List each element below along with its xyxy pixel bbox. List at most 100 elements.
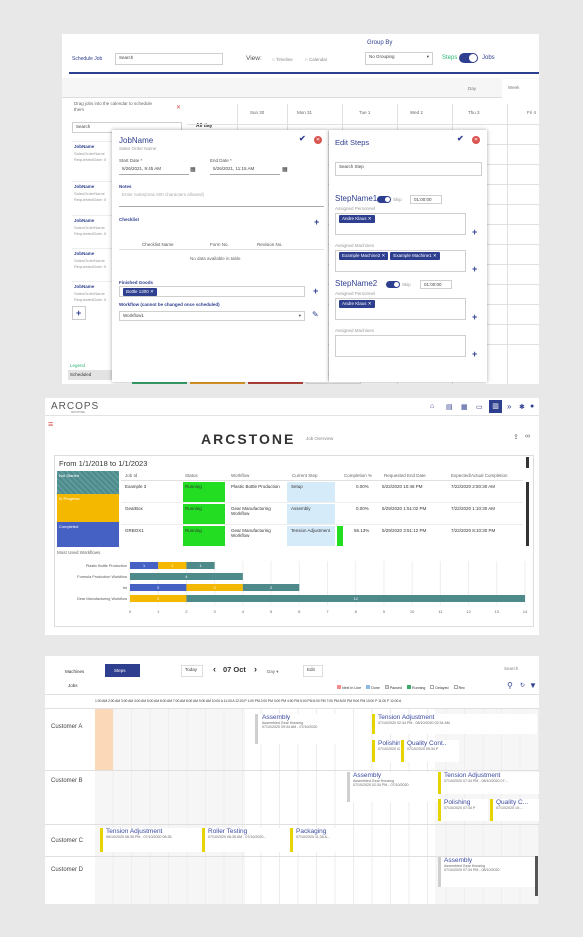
scroll-handle[interactable] <box>526 457 529 468</box>
status-in-progress: In Progress <box>57 494 119 522</box>
category-label: Plastic Bottle Production <box>86 564 127 568</box>
timeline-event[interactable]: Assembly Assembled Gear Housing 07/10/2020… <box>255 714 347 744</box>
add-personnel-button[interactable]: + <box>472 313 477 322</box>
view-timeline-radio[interactable]: ○ Timeline <box>272 57 293 62</box>
checklist-label: Checklist <box>119 217 140 222</box>
bar-value-label: 2 <box>157 597 159 601</box>
next-arrow-icon[interactable]: › <box>254 664 257 674</box>
timeline-event[interactable]: Tension Adjustment 07/10/2020 02:34 PM - … <box>372 714 537 734</box>
timeline-event[interactable]: Assembly Assembled Gear Housing 07/10/2020… <box>438 857 537 887</box>
step-duration-input[interactable]: 01:00:00 <box>410 195 442 204</box>
finished-goods-input[interactable]: Bottle 1300 ✕ <box>119 286 305 297</box>
machine-tag[interactable]: Example Machine1 ✕ <box>390 252 440 260</box>
share-icon[interactable]: ⇪ <box>513 433 519 441</box>
prev-arrow-icon[interactable]: ‹ <box>213 664 216 674</box>
timeline-event[interactable]: Polishing 07/10/2020 07:34 P <box>438 799 488 821</box>
home-icon[interactable]: ⌂ <box>430 403 434 410</box>
add-machine-button[interactable]: + <box>472 265 477 274</box>
timeline-event[interactable]: Quality Cont.. 07/10/2020 05:34 P <box>401 740 459 762</box>
table-header[interactable]: Status <box>185 473 198 478</box>
filter-icon[interactable]: ▼ <box>529 681 537 690</box>
x-tick-label: 1 <box>157 609 160 614</box>
menu-icon[interactable]: ≡ <box>48 419 53 429</box>
vertical-scrollbar[interactable] <box>535 856 538 896</box>
completion-pct: 0.00% <box>356 506 369 511</box>
table-header[interactable]: Job Id <box>125 473 137 478</box>
timeline-event[interactable]: Assembly Assembled Gear Housing 07/10/2020… <box>347 772 439 802</box>
personnel-input[interactable]: Andre Klaus ✕ <box>335 298 466 320</box>
step-duration-input[interactable]: 01:00:00 <box>420 280 452 289</box>
chart-nav-icon[interactable]: ▥ <box>489 400 502 413</box>
search-icon[interactable]: ⚲ <box>507 681 513 690</box>
notes-textarea[interactable]: Enter notes(max 500 characters allowed) <box>119 191 324 207</box>
binoculars-icon[interactable]: ∞ <box>525 433 530 440</box>
check-icon[interactable]: ✔ <box>457 134 464 143</box>
timeline-event[interactable]: Quality C... 07/10/2020 10:... <box>490 799 539 821</box>
day-tab[interactable]: Day <box>468 86 476 91</box>
table-header[interactable]: Workflow <box>231 473 249 478</box>
checklist-col[interactable]: Revision No. <box>257 242 283 247</box>
table-header[interactable]: Current Step <box>292 473 318 478</box>
tab-steps[interactable]: Steps <box>105 664 140 677</box>
calendar-icon[interactable]: ▦ <box>461 403 468 411</box>
timeline-event[interactable]: Packaging 07/10/2020 11:35 A... <box>290 828 348 852</box>
schedule-job-button[interactable]: Schedule Job <box>72 56 102 62</box>
view-calendar-radio[interactable]: ○ Calendar <box>305 57 327 62</box>
close-icon[interactable]: ✕ <box>472 136 480 144</box>
start-date-input[interactable]: 5/26/2021, 9:45 AM <box>119 165 189 175</box>
personnel-input[interactable]: Andre Klaus ✕ <box>335 213 466 235</box>
bar-value-label: 2 <box>157 586 159 590</box>
tab-machines[interactable]: Machines <box>65 669 84 674</box>
day-select[interactable]: Day ▾ <box>267 669 279 675</box>
machines-input[interactable] <box>335 335 466 357</box>
skip-toggle[interactable] <box>377 196 391 203</box>
table-scrollbar[interactable] <box>526 482 529 546</box>
steps-jobs-toggle[interactable] <box>459 53 478 63</box>
x-tick-label: 6 <box>298 609 301 614</box>
timeline-event[interactable]: Tension Adjustment 06/10/2020 06:35 PM - … <box>100 828 202 852</box>
week-tab[interactable]: Week <box>502 79 539 98</box>
step-name: StepName2 <box>335 279 378 288</box>
today-button[interactable]: Today <box>181 665 203 677</box>
machines-input[interactable]: Example Machine2 ✕ Example Machine1 ✕ <box>335 250 466 272</box>
user-icon[interactable]: ● <box>530 403 534 410</box>
end-date-input[interactable]: 5/26/2021, 11:15 AM <box>210 165 280 175</box>
machine-tag[interactable]: Example Machine2 ✕ <box>339 252 389 260</box>
monitor-icon[interactable]: ▭ <box>476 403 483 411</box>
document-icon[interactable]: ▤ <box>446 403 453 411</box>
edit-button[interactable]: Edit <box>303 665 323 677</box>
search-input[interactable]: Search <box>501 665 539 677</box>
timeline-event[interactable]: Tension Adjustment 07/10/2020 07:34 PM - … <box>438 772 539 794</box>
timeline-event[interactable]: Polishing07/10/2020 02:34 P <box>372 740 400 762</box>
search-step-input[interactable]: Search Step <box>335 162 482 176</box>
close-icon[interactable]: ✕ <box>176 104 181 111</box>
add-finished-good-button[interactable]: + <box>313 287 318 296</box>
x-tick-label: 8 <box>355 609 358 614</box>
personnel-tag[interactable]: Andre Klaus ✕ <box>339 300 375 308</box>
calendar-icon[interactable]: ▦ <box>190 166 196 173</box>
table-header[interactable]: Completion % <box>344 473 372 478</box>
add-personnel-button[interactable]: + <box>472 228 477 237</box>
checklist-col[interactable]: Form No. <box>210 242 229 247</box>
skip-toggle[interactable] <box>386 281 400 288</box>
search-input[interactable]: Search <box>115 53 223 65</box>
add-job-button[interactable]: + <box>72 306 86 320</box>
gear-icon[interactable]: ✱ <box>519 403 525 411</box>
add-checklist-button[interactable]: + <box>314 218 319 227</box>
timeline-event[interactable]: Roller Testing 07/10/2020 06:35 AM - 07/1… <box>202 828 290 852</box>
table-header[interactable]: Expected/Actual Completion <box>451 473 508 478</box>
refresh-icon[interactable]: ↻ <box>520 682 525 689</box>
edit-workflow-icon[interactable]: ✎ <box>312 310 319 319</box>
expand-icon[interactable]: » <box>507 402 511 411</box>
workflow-select[interactable]: Workflow1 ▾ <box>119 311 305 321</box>
table-header[interactable]: Requested End Date <box>384 473 426 478</box>
grouping-select[interactable]: No Grouping ▾ <box>365 52 433 65</box>
calendar-icon[interactable]: ▦ <box>282 166 288 173</box>
finished-good-tag[interactable]: Bottle 1300 ✕ <box>123 288 157 296</box>
check-icon[interactable]: ✔ <box>299 134 306 143</box>
x-tick-label: 4 <box>242 609 245 614</box>
checklist-col[interactable]: Checklist Name <box>142 242 174 247</box>
close-icon[interactable]: ✕ <box>314 136 322 144</box>
add-machine-button[interactable]: + <box>472 350 477 359</box>
personnel-tag[interactable]: Andre Klaus ✕ <box>339 215 375 223</box>
